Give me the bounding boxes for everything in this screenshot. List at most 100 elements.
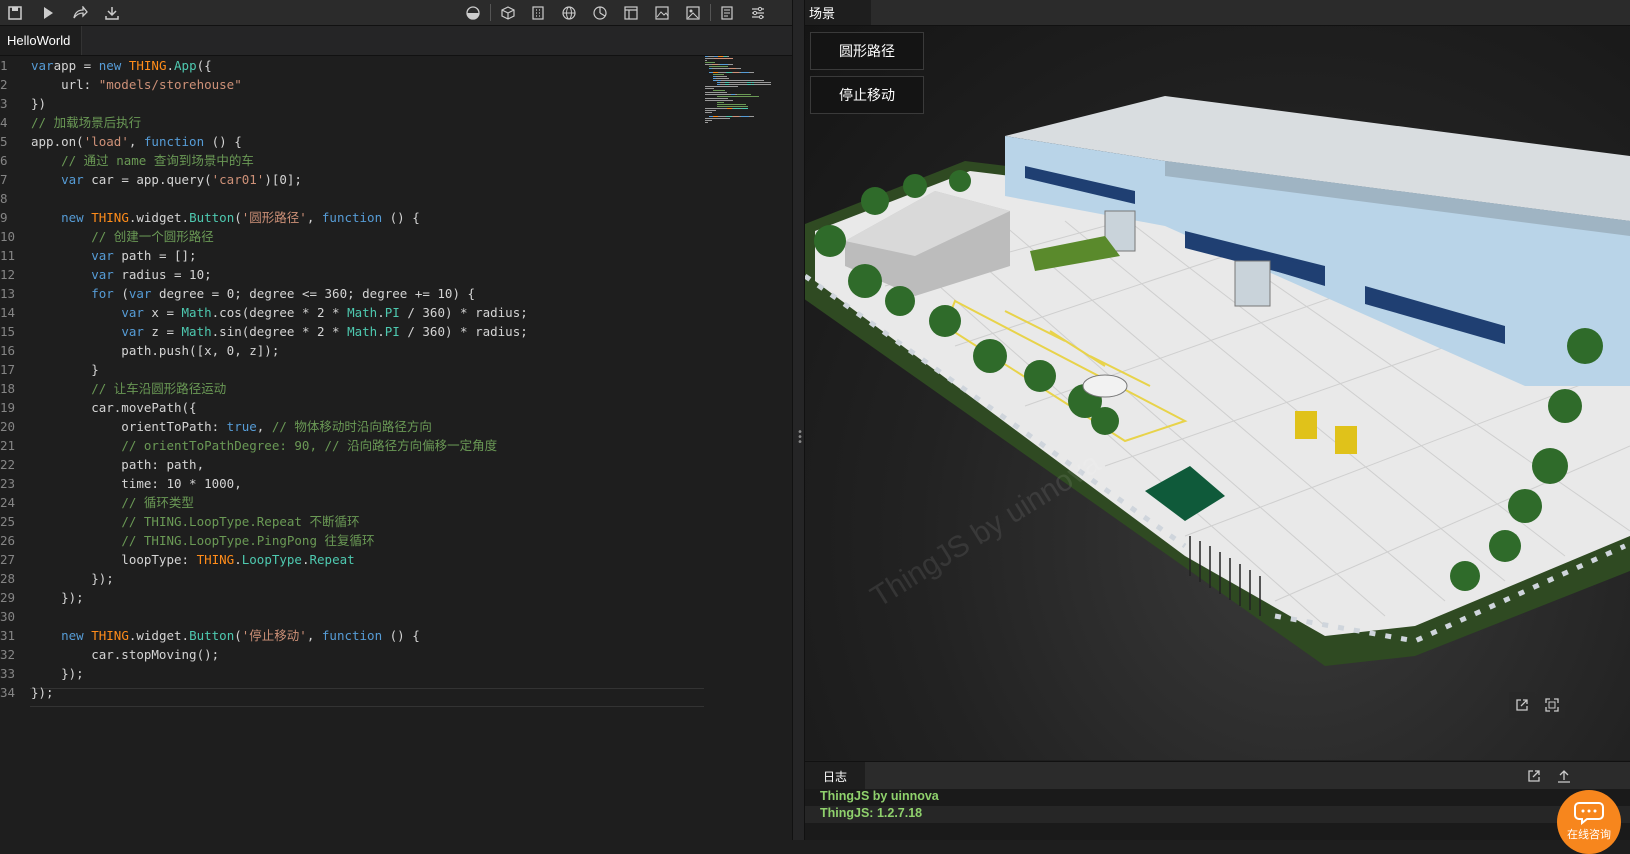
layout-icon[interactable] [621,3,641,23]
editor-minimap[interactable] [705,56,775,126]
code-token: / 360) * radius; [399,324,528,339]
code-line[interactable]: }) [31,94,528,113]
code-line[interactable]: orientToPath: true, // 物体移动时沿向路径方向 [31,417,528,436]
settings-icon[interactable] [748,3,768,23]
code-line[interactable]: loopType: THING.LoopType.Repeat [31,550,528,569]
code-token: , [128,134,144,149]
code-token: radius = 10; [113,267,212,282]
code-token: x = [143,305,182,320]
code-line[interactable]: var z = Math.sin(degree * 2 * Math.PI / … [31,322,528,341]
log-line: ThingJS: 1.2.7.18 [805,806,1630,823]
scene-viewport[interactable]: 圆形路径 停止移动 ThingJS by uinnova [805,26,1630,760]
tab-log[interactable]: 日志 [805,762,865,790]
minimap-line [741,72,749,73]
line-number: 12 [0,267,16,282]
code-token: LoopType [241,552,302,567]
code-line[interactable]: car.stopMoving(); [31,645,528,664]
drag-handle-icon[interactable]: • • • [797,428,803,448]
download-icon[interactable] [102,3,122,23]
open-external-icon[interactable] [1521,763,1547,789]
code-line[interactable]: car.movePath({ [31,398,528,417]
notes-icon[interactable] [717,3,737,23]
code-token: var [128,286,152,301]
stop-moving-button[interactable]: 停止移动 [810,76,924,114]
code-token: function [143,134,205,149]
chart-icon[interactable] [590,3,610,23]
code-line[interactable]: // 创建一个圆形路径 [31,227,528,246]
building-icon[interactable] [528,3,548,23]
code-token: z = [143,324,182,339]
minimap-line [727,56,729,57]
code-token: THING [128,58,167,73]
code-line[interactable]: path.push([x, 0, z]); [31,341,528,360]
toolbar-divider [710,4,711,21]
code-line[interactable]: var path = []; [31,246,528,265]
run-icon[interactable] [38,3,58,23]
upload-icon[interactable] [1551,763,1577,789]
minimap-line [705,88,714,89]
code-line[interactable]: }); [31,664,528,683]
code-line[interactable]: }); [31,683,528,702]
code-token: path = []; [113,248,197,263]
forklift [1335,426,1357,454]
code-line[interactable]: // orientToPathDegree: 90, // 沿向路径方向偏移一定… [31,436,528,455]
code-token: // 物体移动时沿向路径方向 [271,419,432,434]
code-line[interactable]: // 加载场景后执行 [31,113,528,132]
line-number: 7 [0,172,8,187]
tab-helloworld[interactable]: HelloWorld [0,26,82,55]
line-number: 15 [0,324,16,339]
code-content[interactable]: varapp = new THING.App({ url: "models/st… [31,56,528,702]
code-token: Repeat [309,552,355,567]
scene-header: 场景 [805,0,1630,26]
code-line[interactable]: // THING.LoopType.Repeat 不断循环 [31,512,528,531]
code-line[interactable]: var x = Math.cos(degree * 2 * Math.PI / … [31,303,527,322]
code-line[interactable] [31,607,528,626]
code-token: new [61,210,92,225]
code-line[interactable]: } [31,360,528,379]
code-line[interactable]: varapp = new THING.App({ [31,56,528,75]
share-icon[interactable] [70,3,90,23]
code-line[interactable]: // 让车沿圆形路径运动 [31,379,528,398]
panel-splitter[interactable]: • • • [792,0,805,840]
open-external-icon[interactable] [1509,692,1535,718]
fullscreen-icon[interactable] [1539,692,1565,718]
code-line[interactable]: // 循环类型 [31,493,528,512]
code-editor[interactable]: 1 2 3 4 5 6 7 8 9 10 11 12 13 14 15 16 17 18 19 20 21 22 23 24 2… [0,56,792,840]
line-number: 23 [0,476,16,491]
code-line[interactable]: new THING.widget.Button('圆形路径', function… [31,208,528,227]
circle-path-button[interactable]: 圆形路径 [810,32,924,70]
code-line[interactable]: for (var degree = 0; degree <= 360; degr… [31,284,528,303]
tab-scene[interactable]: 场景 [805,0,871,25]
cube-icon[interactable] [498,3,518,23]
code-line[interactable]: time: 10 * 1000, [31,474,528,493]
code-line[interactable]: }); [31,588,528,607]
code-line[interactable]: app.on('load', function () { [31,132,528,151]
code-token: App [174,58,197,73]
minimap-line [705,122,708,123]
photo-icon[interactable] [683,3,703,23]
globe-icon[interactable] [559,3,579,23]
code-token: function [321,628,383,643]
image-icon[interactable] [652,3,672,23]
code-line[interactable]: }); [31,569,528,588]
theme-icon[interactable] [463,3,483,23]
save-icon[interactable] [5,3,25,23]
code-line[interactable]: var radius = 10; [31,265,528,284]
line-number: 5 [0,134,8,149]
code-token: '圆形路径' [241,210,307,225]
code-line[interactable]: var car = app.query('car01')[0]; [31,170,528,189]
code-token: Math [347,324,378,339]
online-consult-button[interactable]: 在线咨询 [1557,790,1621,854]
line-number: 22 [0,457,16,472]
code-token: PI [384,324,400,339]
code-line[interactable]: path: path, [31,455,528,474]
minimap-line [749,72,754,73]
code-line[interactable] [31,189,528,208]
code-line[interactable]: // THING.LoopType.PingPong 往复循环 [31,531,528,550]
code-line[interactable]: // 通过 name 查询到场景中的车 [31,151,528,170]
code-token: car.stopMoving(); [31,647,220,662]
code-line[interactable]: url: "models/storehouse" [31,75,528,94]
line-number: 34 [0,685,16,700]
code-line[interactable]: new THING.widget.Button('停止移动', function… [31,626,528,645]
code-token: car.movePath({ [31,400,197,415]
